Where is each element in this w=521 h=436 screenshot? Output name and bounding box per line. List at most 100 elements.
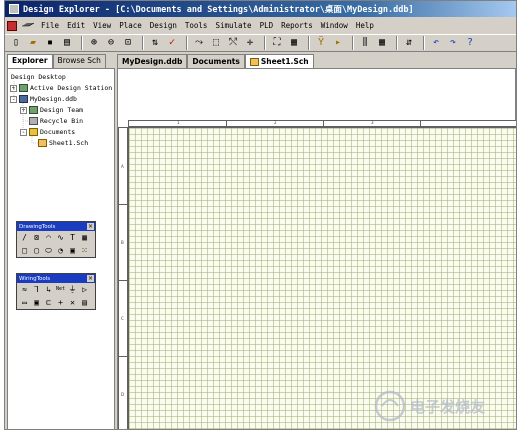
menu-place[interactable]: Place <box>115 21 146 30</box>
open-icon[interactable]: ▰ <box>26 36 40 50</box>
app-icon <box>9 4 19 14</box>
tile-windows-icon[interactable] <box>21 21 35 31</box>
drawing-tool-icon[interactable]: ◠ <box>43 232 54 243</box>
print-icon[interactable]: ▤ <box>60 36 74 50</box>
library-icon[interactable]: ⛶ <box>270 36 284 50</box>
part-icon[interactable]: ⫼ <box>358 36 372 50</box>
toolbar-separator <box>186 36 188 50</box>
drawing-tool-icon[interactable]: T <box>67 232 78 243</box>
menu-simulate[interactable]: Simulate <box>211 21 255 30</box>
menu-help[interactable]: Help <box>352 21 378 30</box>
toolbar-separator <box>81 36 83 50</box>
menu-pld[interactable]: PLD <box>256 21 278 30</box>
schematic-sheet[interactable]: 1 2 3 A B C D <box>117 120 516 429</box>
wiring-tool-icon[interactable]: ⊏ <box>43 297 54 308</box>
tree-lines <box>13 81 39 144</box>
help-icon[interactable]: ? <box>463 36 477 50</box>
cross-probe-icon[interactable]: ⇅ <box>148 36 162 50</box>
document-control-icon[interactable] <box>7 20 17 31</box>
rectangle-select-icon[interactable]: ⬚ <box>209 36 223 50</box>
close-icon[interactable]: × <box>87 275 94 282</box>
drawing-tool-icon[interactable]: / <box>19 232 30 243</box>
menu-reports[interactable]: Reports <box>277 21 317 30</box>
zoom-in-icon[interactable]: ⊕ <box>87 36 101 50</box>
drawing-tool-icon[interactable]: ◔ <box>55 245 66 256</box>
sheet-border-top: 1 2 3 <box>128 120 516 128</box>
menu-tools[interactable]: Tools <box>181 21 212 30</box>
wiring-tool-icon[interactable]: ▣ <box>31 297 42 308</box>
tab-mydesign-ddb[interactable]: MyDesign.ddb <box>117 54 188 68</box>
drawing-tool-icon[interactable]: ▦ <box>79 232 90 243</box>
schematic-sheet-icon <box>249 57 259 66</box>
wiring-tool-icon[interactable]: ⅂ <box>31 284 42 295</box>
menu-file[interactable]: File <box>37 21 63 30</box>
wiring-tool-icon[interactable]: ▤ <box>79 297 90 308</box>
menu-design[interactable]: Design <box>146 21 181 30</box>
save-icon[interactable]: ▪ <box>43 36 57 50</box>
zone-label: C <box>121 316 124 321</box>
tab-documents[interactable]: Documents <box>187 54 245 68</box>
drawing-tools-palette[interactable]: DrawingTools × / ⊠ ◠ ∿ T ▦ □ ▢ ⬭ ◔ ▣ ⁙ <box>16 221 96 258</box>
hierarchy-icon[interactable]: Ÿ <box>314 36 328 50</box>
wiring-tool-icon[interactable]: ▷ <box>79 284 90 295</box>
toolbar-separator <box>308 36 310 50</box>
menu-view[interactable]: View <box>89 21 115 30</box>
schematic-grid[interactable] <box>128 127 516 429</box>
menu-edit[interactable]: Edit <box>63 21 89 30</box>
sort-icon[interactable]: ⇵ <box>402 36 416 50</box>
menu-window[interactable]: Window <box>317 21 352 30</box>
move-icon[interactable]: ⤲ <box>226 36 240 50</box>
close-icon[interactable]: × <box>87 223 94 230</box>
watermark-text: 电子发烧友 <box>410 398 485 416</box>
toggle-panel-icon[interactable]: ▯ <box>9 36 23 50</box>
redo-icon[interactable]: ↷ <box>446 36 460 50</box>
part-edit-icon[interactable]: ▦ <box>375 36 389 50</box>
undo-icon[interactable]: ↶ <box>429 36 443 50</box>
toolbar-separator <box>423 36 425 50</box>
tab-browse-sch[interactable]: Browse Sch <box>52 54 106 68</box>
wiring-tool-icon[interactable]: + <box>55 297 66 308</box>
sheet-border-left: A B C D <box>118 127 129 429</box>
zone-label: D <box>121 392 125 397</box>
bus-icon[interactable]: ⤳ <box>192 36 206 50</box>
drawing-tool-icon[interactable]: □ <box>19 245 30 256</box>
wiring-tool-icon[interactable]: Net <box>55 284 66 295</box>
toolbar-separator <box>396 36 398 50</box>
wiring-tool-icon[interactable]: ⏚ <box>67 284 78 295</box>
drawing-tool-icon[interactable]: ⁙ <box>79 245 90 256</box>
zoom-fit-icon[interactable]: ⊡ <box>121 36 135 50</box>
wire-icon[interactable]: ✓ <box>165 36 179 50</box>
workspace-margin <box>117 68 516 120</box>
zoom-out-icon[interactable]: ⊖ <box>104 36 118 50</box>
document-area: MyDesign.ddb Documents Sheet1.Sch 1 2 3 … <box>117 54 516 429</box>
drawing-tool-icon[interactable]: ▣ <box>67 245 78 256</box>
wiring-tools-palette[interactable]: WiringTools × ≈ ⅂ ↳ Net ⏚ ▷ ▭ ▣ ⊏ + ✕ ▤ <box>16 273 96 310</box>
wiring-tool-icon[interactable]: ✕ <box>67 297 78 308</box>
component-icon[interactable]: ▸ <box>331 36 345 50</box>
wiring-tool-icon[interactable]: ≈ <box>19 284 30 295</box>
tab-label: Sheet1.Sch <box>260 57 309 66</box>
drawing-tool-icon[interactable]: ▢ <box>31 245 42 256</box>
menu-bar: File Edit View Place Design Tools Simulate PLD R… <box>5 18 516 33</box>
title-bar[interactable]: Design Explorer - [C:\Documents and Sett… <box>5 1 516 17</box>
document-tabs: MyDesign.ddb Documents Sheet1.Sch <box>117 54 516 68</box>
zone-label: A <box>121 164 124 169</box>
zone-label: 3 <box>371 120 374 125</box>
drawing-tool-icon[interactable]: ⊠ <box>31 232 42 243</box>
window-title: Design Explorer - [C:\Documents and Sett… <box>23 5 414 15</box>
wiring-tool-icon[interactable]: ↳ <box>43 284 54 295</box>
palette-title-bar[interactable]: WiringTools × <box>17 274 95 283</box>
tab-sheet1-sch[interactable]: Sheet1.Sch <box>244 54 314 68</box>
tab-explorer[interactable]: Explorer <box>7 54 53 68</box>
palette-title-bar[interactable]: DrawingTools × <box>17 222 95 231</box>
drawing-tool-icon[interactable]: ⬭ <box>43 245 54 256</box>
palette-title: DrawingTools <box>19 223 56 230</box>
zone-label: 2 <box>274 120 277 125</box>
watermark-logo: 电子发烧友 <box>374 390 485 422</box>
wiring-tool-icon[interactable]: ▭ <box>19 297 30 308</box>
crosshair-icon[interactable]: ✛ <box>243 36 257 50</box>
left-panel: Explorer Browse Sch Design Desktop + Act… <box>7 54 115 429</box>
browse-library-icon[interactable]: ▦ <box>287 36 301 50</box>
toolbar-separator <box>264 36 266 50</box>
drawing-tool-icon[interactable]: ∿ <box>55 232 66 243</box>
